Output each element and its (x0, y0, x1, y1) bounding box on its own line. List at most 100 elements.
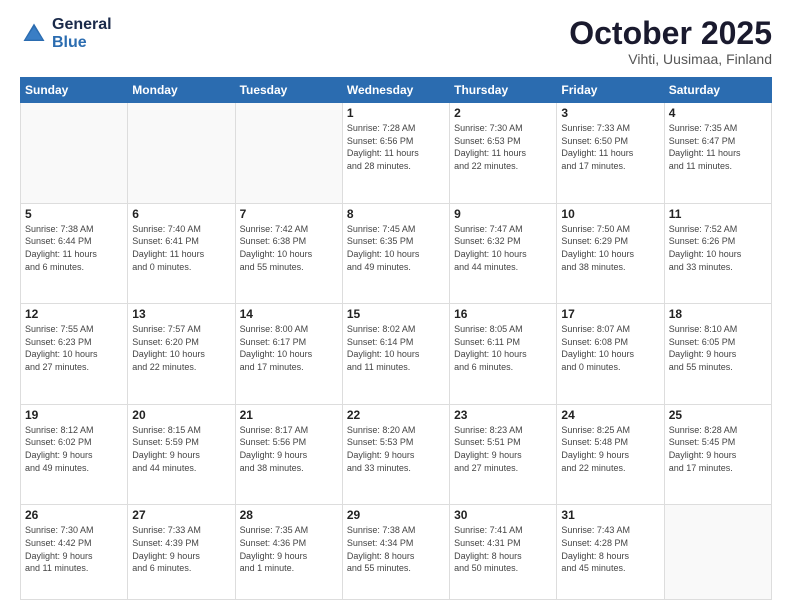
day-number: 25 (669, 408, 767, 422)
calendar-cell-2-6: 18 Sunrise: 8:10 AMSunset: 6:05 PMDayligh… (664, 304, 771, 405)
day-info: Sunrise: 7:28 AMSunset: 6:56 PMDaylight:… (347, 122, 445, 172)
day-info: Sunrise: 7:30 AMSunset: 4:42 PMDaylight:… (25, 524, 123, 574)
calendar-cell-3-1: 20 Sunrise: 8:15 AMSunset: 5:59 PMDayligh… (128, 404, 235, 505)
main-title: October 2025 (569, 16, 772, 51)
day-number: 12 (25, 307, 123, 321)
day-info: Sunrise: 7:38 AMSunset: 6:44 PMDaylight:… (25, 223, 123, 273)
day-number: 17 (561, 307, 659, 321)
logo-line1: General (52, 16, 112, 34)
calendar-cell-4-0: 26 Sunrise: 7:30 AMSunset: 4:42 PMDayligh… (21, 505, 128, 600)
day-number: 2 (454, 106, 552, 120)
day-number: 31 (561, 508, 659, 522)
day-info: Sunrise: 8:28 AMSunset: 5:45 PMDaylight:… (669, 424, 767, 474)
day-number: 15 (347, 307, 445, 321)
col-sunday: Sunday (21, 78, 128, 103)
day-number: 6 (132, 207, 230, 221)
calendar-cell-1-6: 11 Sunrise: 7:52 AMSunset: 6:26 PMDayligh… (664, 203, 771, 304)
day-number: 9 (454, 207, 552, 221)
calendar-cell-2-1: 13 Sunrise: 7:57 AMSunset: 6:20 PMDayligh… (128, 304, 235, 405)
calendar-cell-1-0: 5 Sunrise: 7:38 AMSunset: 6:44 PMDaylight… (21, 203, 128, 304)
calendar-cell-0-3: 1 Sunrise: 7:28 AMSunset: 6:56 PMDaylight… (342, 103, 449, 204)
day-number: 18 (669, 307, 767, 321)
day-info: Sunrise: 7:55 AMSunset: 6:23 PMDaylight:… (25, 323, 123, 373)
col-tuesday: Tuesday (235, 78, 342, 103)
calendar-cell-3-4: 23 Sunrise: 8:23 AMSunset: 5:51 PMDayligh… (450, 404, 557, 505)
calendar-cell-3-6: 25 Sunrise: 8:28 AMSunset: 5:45 PMDayligh… (664, 404, 771, 505)
day-info: Sunrise: 7:33 AMSunset: 6:50 PMDaylight:… (561, 122, 659, 172)
day-info: Sunrise: 7:40 AMSunset: 6:41 PMDaylight:… (132, 223, 230, 273)
subtitle: Vihti, Uusimaa, Finland (569, 51, 772, 67)
day-info: Sunrise: 7:33 AMSunset: 4:39 PMDaylight:… (132, 524, 230, 574)
day-info: Sunrise: 7:35 AMSunset: 4:36 PMDaylight:… (240, 524, 338, 574)
logo: General Blue (20, 16, 112, 51)
day-info: Sunrise: 7:35 AMSunset: 6:47 PMDaylight:… (669, 122, 767, 172)
calendar-cell-1-3: 8Sunrise: 7:45 AMSunset: 6:35 PMDaylight… (342, 203, 449, 304)
day-number: 5 (25, 207, 123, 221)
calendar-cell-4-1: 27Sunrise: 7:33 AMSunset: 4:39 PMDayligh… (128, 505, 235, 600)
day-number: 21 (240, 408, 338, 422)
day-number: 10 (561, 207, 659, 221)
calendar-cell-2-4: 16Sunrise: 8:05 AMSunset: 6:11 PMDayligh… (450, 304, 557, 405)
day-info: Sunrise: 8:00 AMSunset: 6:17 PMDaylight:… (240, 323, 338, 373)
day-info: Sunrise: 7:52 AMSunset: 6:26 PMDaylight:… (669, 223, 767, 273)
day-info: Sunrise: 8:23 AMSunset: 5:51 PMDaylight:… (454, 424, 552, 474)
day-info: Sunrise: 8:15 AMSunset: 5:59 PMDaylight:… (132, 424, 230, 474)
calendar-cell-0-1 (128, 103, 235, 204)
day-number: 20 (132, 408, 230, 422)
calendar-cell-3-5: 24Sunrise: 8:25 AMSunset: 5:48 PMDayligh… (557, 404, 664, 505)
day-info: Sunrise: 8:05 AMSunset: 6:11 PMDaylight:… (454, 323, 552, 373)
calendar-cell-3-3: 22 Sunrise: 8:20 AMSunset: 5:53 PMDayligh… (342, 404, 449, 505)
calendar-cell-0-5: 3 Sunrise: 7:33 AMSunset: 6:50 PMDaylight… (557, 103, 664, 204)
day-number: 11 (669, 207, 767, 221)
calendar-cell-3-2: 21Sunrise: 8:17 AMSunset: 5:56 PMDayligh… (235, 404, 342, 505)
day-number: 7 (240, 207, 338, 221)
logo-line2: Blue (52, 34, 112, 52)
day-info: Sunrise: 7:47 AMSunset: 6:32 PMDaylight:… (454, 223, 552, 273)
day-info: Sunrise: 7:41 AMSunset: 4:31 PMDaylight:… (454, 524, 552, 574)
calendar-cell-4-4: 30 Sunrise: 7:41 AMSunset: 4:31 PMDayligh… (450, 505, 557, 600)
day-number: 3 (561, 106, 659, 120)
day-info: Sunrise: 7:50 AMSunset: 6:29 PMDaylight:… (561, 223, 659, 273)
day-number: 24 (561, 408, 659, 422)
day-number: 28 (240, 508, 338, 522)
calendar-cell-0-0 (21, 103, 128, 204)
col-monday: Monday (128, 78, 235, 103)
calendar-week-3: 12 Sunrise: 7:55 AMSunset: 6:23 PMDayligh… (21, 304, 772, 405)
calendar-week-2: 5 Sunrise: 7:38 AMSunset: 6:44 PMDaylight… (21, 203, 772, 304)
title-block: October 2025 Vihti, Uusimaa, Finland (569, 16, 772, 67)
calendar-week-5: 26 Sunrise: 7:30 AMSunset: 4:42 PMDayligh… (21, 505, 772, 600)
calendar-cell-4-6 (664, 505, 771, 600)
day-number: 8 (347, 207, 445, 221)
day-info: Sunrise: 7:42 AMSunset: 6:38 PMDaylight:… (240, 223, 338, 273)
day-number: 1 (347, 106, 445, 120)
logo-icon (20, 20, 48, 48)
calendar-cell-4-2: 28 Sunrise: 7:35 AMSunset: 4:36 PMDayligh… (235, 505, 342, 600)
day-number: 19 (25, 408, 123, 422)
day-info: Sunrise: 8:07 AMSunset: 6:08 PMDaylight:… (561, 323, 659, 373)
calendar-cell-1-5: 10 Sunrise: 7:50 AMSunset: 6:29 PMDayligh… (557, 203, 664, 304)
col-wednesday: Wednesday (342, 78, 449, 103)
calendar-cell-1-2: 7 Sunrise: 7:42 AMSunset: 6:38 PMDaylight… (235, 203, 342, 304)
day-number: 4 (669, 106, 767, 120)
day-number: 30 (454, 508, 552, 522)
calendar-cell-1-4: 9 Sunrise: 7:47 AMSunset: 6:32 PMDaylight… (450, 203, 557, 304)
calendar-week-4: 19Sunrise: 8:12 AMSunset: 6:02 PMDayligh… (21, 404, 772, 505)
calendar-cell-2-2: 14 Sunrise: 8:00 AMSunset: 6:17 PMDayligh… (235, 304, 342, 405)
day-number: 14 (240, 307, 338, 321)
col-saturday: Saturday (664, 78, 771, 103)
calendar-week-1: 1 Sunrise: 7:28 AMSunset: 6:56 PMDaylight… (21, 103, 772, 204)
day-number: 23 (454, 408, 552, 422)
calendar-cell-0-6: 4 Sunrise: 7:35 AMSunset: 6:47 PMDaylight… (664, 103, 771, 204)
day-info: Sunrise: 8:20 AMSunset: 5:53 PMDaylight:… (347, 424, 445, 474)
day-info: Sunrise: 7:57 AMSunset: 6:20 PMDaylight:… (132, 323, 230, 373)
day-number: 26 (25, 508, 123, 522)
calendar-cell-1-1: 6 Sunrise: 7:40 AMSunset: 6:41 PMDaylight… (128, 203, 235, 304)
day-number: 13 (132, 307, 230, 321)
day-number: 22 (347, 408, 445, 422)
calendar-cell-3-0: 19Sunrise: 8:12 AMSunset: 6:02 PMDayligh… (21, 404, 128, 505)
col-friday: Friday (557, 78, 664, 103)
day-info: Sunrise: 8:10 AMSunset: 6:05 PMDaylight:… (669, 323, 767, 373)
day-info: Sunrise: 8:02 AMSunset: 6:14 PMDaylight:… (347, 323, 445, 373)
header: General Blue October 2025 Vihti, Uusimaa… (20, 16, 772, 67)
calendar-cell-0-4: 2Sunrise: 7:30 AMSunset: 6:53 PMDaylight… (450, 103, 557, 204)
